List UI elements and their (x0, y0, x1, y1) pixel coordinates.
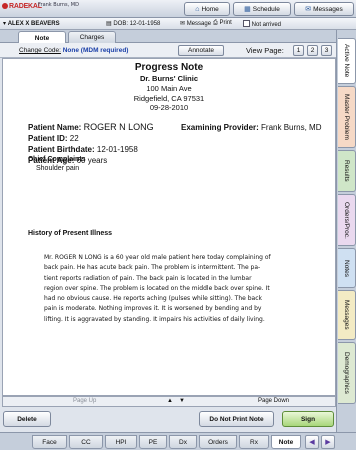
side-tab-demographics[interactable]: Demographics (338, 342, 356, 404)
tab-dx[interactable]: Dx (169, 435, 197, 449)
arrival-status[interactable]: Not arrived (243, 20, 281, 28)
chevron-down-icon: ▾ (3, 21, 7, 27)
page-3-button[interactable]: 3 (321, 45, 332, 56)
pager-bar: Page Up ▲ ▼ Page Down (2, 396, 336, 407)
calendar-icon: ▤ (106, 21, 112, 27)
tab-rx[interactable]: Rx (239, 435, 269, 449)
hpi-text: Mr. ROGER N LONG is a 60 year old male p… (44, 253, 314, 325)
tab-hpi[interactable]: HPI (105, 435, 137, 449)
arrived-checkbox[interactable] (243, 20, 250, 27)
calendar-icon: ▦ (244, 6, 251, 13)
change-code-label[interactable]: Change Code: (19, 47, 61, 54)
bottom-nav-tabs: Face CC HPI PE Dx Orders Rx Note ◀ ▶ (0, 432, 356, 450)
page-down-button[interactable]: Page Down (258, 398, 289, 404)
tab-orders[interactable]: Orders (199, 435, 237, 449)
note-toolbar: Change Code: None (MDM required) Annotat… (0, 43, 336, 58)
tab-pe[interactable]: PE (139, 435, 167, 449)
clinic-name: Dr. Burns' Clinic (139, 74, 199, 83)
side-tab-messages[interactable]: Messages (338, 290, 356, 340)
side-tab-active-note[interactable]: Active Note (338, 38, 356, 84)
tab-scroll-left-icon[interactable]: ◀ (305, 435, 319, 449)
view-page-label: View Page: (246, 46, 284, 55)
change-code-value: None (MDM required) (62, 47, 129, 54)
change-code[interactable]: Change Code: None (MDM required) (19, 47, 128, 54)
patient-dropdown[interactable]: ▾ ALEX X BEAVERS (3, 20, 60, 27)
page-1-button[interactable]: 1 (293, 45, 304, 56)
scroll-down-arrow-icon[interactable]: ▼ (179, 398, 185, 404)
side-tabs: Active Note Master Problem Results Order… (336, 30, 356, 432)
do-not-print-note-button[interactable]: Do Not Print Note (199, 411, 274, 427)
hpi-line: region over spine. The problem is locate… (44, 284, 270, 292)
mail-icon: ✉ (305, 6, 312, 13)
patient-birthdate-row: Patient Birthdate: 12-01-1958 (28, 145, 138, 154)
patient-bar: ▾ ALEX X BEAVERS ▤ DOB: 12-01-1958 ✉ Mes… (0, 18, 356, 30)
hpi-line: had no obvious cause. He reports aching … (44, 295, 262, 303)
note-date: 09-28-2010 (149, 103, 189, 112)
patient-name-row: Patient Name: ROGER N LONG (28, 122, 154, 132)
patient-id-row: Patient ID: 22 (28, 134, 79, 143)
hpi-line: Mr. ROGER N LONG is a 60 year old male p… (44, 254, 271, 261)
page-up-button[interactable]: Page Up (73, 398, 96, 404)
home-button[interactable]: ⌂ Home (184, 2, 230, 16)
side-tab-results[interactable]: Results (338, 150, 356, 192)
delete-button[interactable]: Delete (3, 411, 51, 427)
schedule-button[interactable]: ▦ Schedule (233, 2, 291, 16)
printer-icon: ⎙ (213, 20, 218, 26)
provider-name: Frank Burns, MD (38, 2, 79, 8)
envelope-icon: ✉ (180, 21, 186, 27)
chief-complaints-value: Shoulder pain (36, 165, 80, 172)
hpi-line: tient reports radiation of pain. The bac… (44, 274, 252, 282)
chief-complaints-heading: Chief Complaints (28, 156, 86, 163)
app-header: RADEKAL Frank Burns, MD ⌂ Home ▦ Schedule … (0, 0, 356, 18)
home-icon: ⌂ (195, 5, 200, 13)
hpi-line: lifting. It is aggravated by standing. I… (44, 315, 265, 323)
tab-scroll-right-icon[interactable]: ▶ (321, 435, 335, 449)
app-logo: RADEKAL (2, 3, 42, 10)
patient-dob: ▤ DOB: 12-01-1958 (106, 21, 161, 27)
side-tab-master-problem[interactable]: Master Problem (338, 86, 356, 148)
tab-charges[interactable]: Charges (68, 31, 116, 43)
clinic-address-line1: 100 Main Ave (146, 84, 192, 93)
logo-mark-icon (2, 3, 8, 9)
scroll-up-arrow-icon[interactable]: ▲ (167, 398, 173, 404)
note-title: Progress Note (134, 62, 204, 73)
clinic-address-line2: Ridgefield, CA 97531 (133, 94, 205, 103)
hpi-line: back pain. He has acute back pain. The p… (44, 264, 261, 272)
hpi-line: pain is moderate. Nothing improves it. I… (44, 305, 262, 313)
progress-note-document: Progress Note Dr. Burns' Clinic 100 Main… (2, 58, 336, 396)
tab-face[interactable]: Face (32, 435, 67, 449)
examining-provider-row: Examining Provider: Frank Burns, MD (181, 123, 322, 132)
page-2-button[interactable]: 2 (307, 45, 318, 56)
hpi-heading: History of Present Illness (28, 230, 113, 237)
sign-button[interactable]: Sign (282, 411, 334, 427)
print-link[interactable]: ⎙ Print (213, 20, 232, 27)
annotate-button[interactable]: Annotate (178, 45, 224, 56)
messages-button[interactable]: ✉ Messages (294, 2, 354, 16)
note-tabs: Note Charges (0, 30, 336, 44)
message-link[interactable]: ✉ Message (180, 20, 211, 27)
side-tab-orders-proc[interactable]: Orders/Proc. (338, 194, 356, 246)
action-bar: Delete Do Not Print Note Sign (0, 408, 336, 430)
tab-cc[interactable]: CC (69, 435, 103, 449)
side-tab-notes[interactable]: Notes (338, 248, 356, 288)
tab-note-bottom[interactable]: Note (271, 435, 301, 449)
